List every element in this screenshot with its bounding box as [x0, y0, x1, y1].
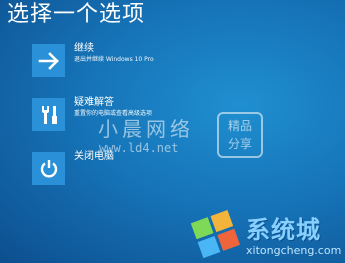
option-description: 退出并继续 Windows 10 Pro [74, 56, 154, 63]
tools-icon [41, 105, 57, 124]
shutdown-tile[interactable] [32, 152, 65, 185]
page-title: 选择一个选项 [7, 2, 146, 27]
watermark-site-url: www.ld4.net [99, 141, 179, 155]
power-icon [40, 159, 57, 177]
watermark-site-name: 小晨网络 [98, 117, 194, 141]
arrow-right-icon [38, 51, 59, 70]
watermark-badge-line1: 精品 [227, 119, 252, 133]
watermark-badge: 精品 分享 [217, 112, 263, 158]
watermark-logo-text: 系统城 [246, 216, 321, 244]
option-title: 疑难解答 [74, 97, 114, 108]
troubleshoot-tile[interactable] [32, 98, 65, 131]
watermark-badge-line2: 分享 [227, 137, 252, 151]
watermark-logo-url: xitongcheng.com [246, 244, 342, 257]
option-title: 继续 [74, 43, 94, 54]
continue-tile[interactable] [32, 44, 65, 77]
windows-flag-icon [190, 209, 241, 259]
